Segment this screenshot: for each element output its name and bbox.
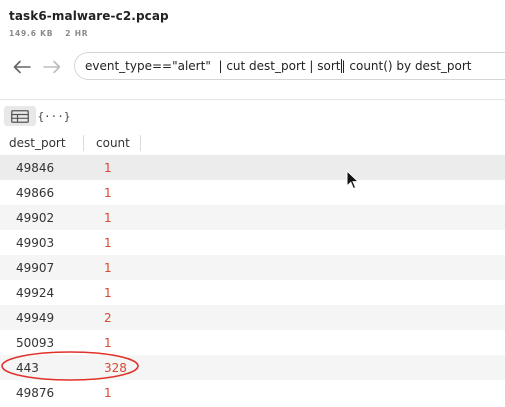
dest-port-cell: 49924 xyxy=(16,285,55,300)
table-row[interactable]: 50093 1 xyxy=(0,330,505,355)
file-header: task6-malware-c2.pcap 149.6 KB 2 HR xyxy=(9,9,169,38)
dest-port-cell: 49902 xyxy=(16,210,55,225)
count-cell: 1 xyxy=(104,385,112,400)
dest-port-cell: 49907 xyxy=(16,260,55,275)
file-meta: 149.6 KB 2 HR xyxy=(9,29,169,38)
count-cell: 1 xyxy=(104,235,112,250)
count-cell: 328 xyxy=(104,360,127,375)
history-nav xyxy=(12,57,62,77)
dest-port-cell: 49903 xyxy=(16,235,55,250)
results-table: 49846 1 49866 1 49902 1 49903 1 49907 1 … xyxy=(0,155,505,405)
dest-port-cell: 49949 xyxy=(16,310,55,325)
count-cell: 1 xyxy=(104,335,112,350)
query-text-before-caret: event_type=="alert" | cut dest_port | so… xyxy=(85,59,341,73)
table-row[interactable]: 49866 1 xyxy=(0,180,505,205)
table-row[interactable]: 49907 1 xyxy=(0,255,505,280)
file-title: task6-malware-c2.pcap xyxy=(9,9,169,23)
dest-port-cell: 49866 xyxy=(16,185,55,200)
table-row[interactable]: 49924 1 xyxy=(0,280,505,305)
column-header-dest-port[interactable]: dest_port xyxy=(0,135,84,151)
count-cell: 1 xyxy=(104,210,112,225)
json-view-button[interactable]: {···} xyxy=(37,106,70,126)
back-button[interactable] xyxy=(12,57,32,77)
count-cell: 2 xyxy=(104,310,112,325)
column-header-count[interactable]: count xyxy=(84,135,141,151)
arrow-right-icon xyxy=(43,60,61,74)
table-row[interactable]: 49903 1 xyxy=(0,230,505,255)
forward-button[interactable] xyxy=(42,57,62,77)
table-header: dest_port count xyxy=(0,131,505,156)
table-row-highlighted[interactable]: 443 328 xyxy=(0,355,505,380)
count-cell: 1 xyxy=(104,285,112,300)
view-toggle: {···} xyxy=(4,106,71,126)
app-window: task6-malware-c2.pcap 149.6 KB 2 HR even… xyxy=(0,0,505,407)
dest-port-cell: 443 xyxy=(16,360,39,375)
dest-port-cell: 49876 xyxy=(16,385,55,400)
count-cell: 1 xyxy=(104,260,112,275)
query-text-after-caret: | count() by dest_port xyxy=(341,59,472,73)
count-cell: 1 xyxy=(104,185,112,200)
file-duration: 2 HR xyxy=(65,29,89,38)
table-row[interactable]: 49876 1 xyxy=(0,380,505,405)
table-row[interactable]: 49902 1 xyxy=(0,205,505,230)
dest-port-cell: 50093 xyxy=(16,335,55,350)
query-input[interactable]: event_type=="alert" | cut dest_port | so… xyxy=(74,52,505,80)
dest-port-cell: 49846 xyxy=(16,160,55,175)
count-cell: 1 xyxy=(104,160,112,175)
table-view-button[interactable] xyxy=(4,106,36,126)
table-row[interactable]: 49846 1 xyxy=(0,155,505,180)
arrow-left-icon xyxy=(13,60,31,74)
table-icon xyxy=(11,109,29,123)
file-size: 149.6 KB xyxy=(9,29,54,38)
toolbar-divider xyxy=(0,99,505,100)
table-row[interactable]: 49949 2 xyxy=(0,305,505,330)
